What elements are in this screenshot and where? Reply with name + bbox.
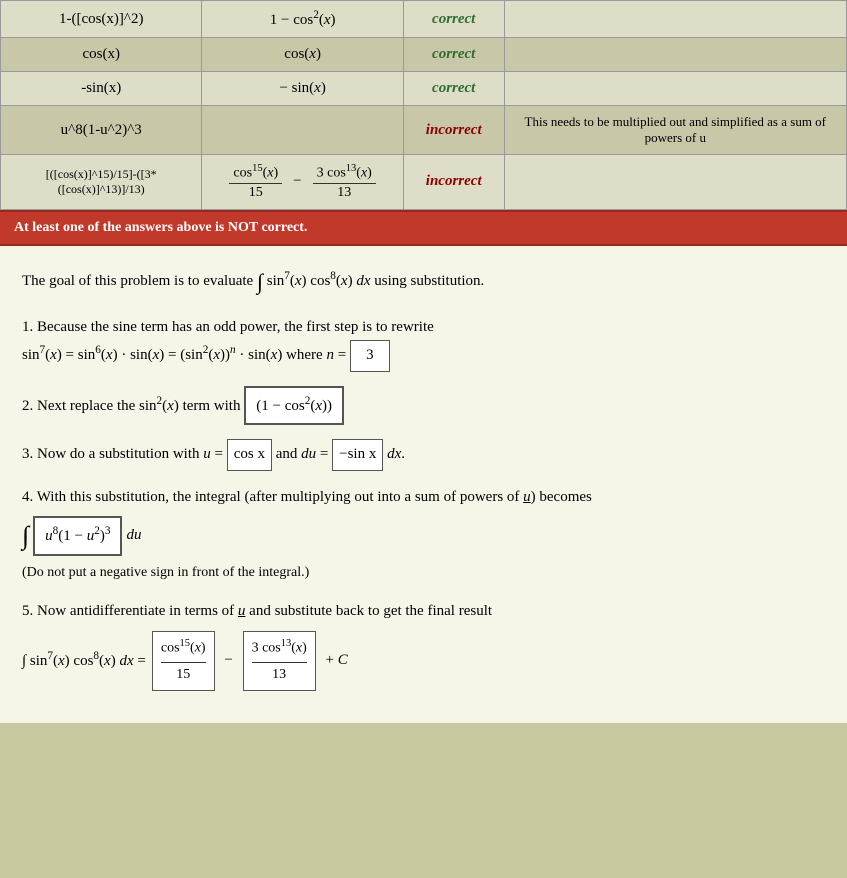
- result-plus-c: + C: [322, 648, 348, 674]
- cell-status-1: correct: [403, 1, 504, 38]
- input-text-1: 1-([cos(x)]^2): [59, 11, 144, 27]
- table-row: cos(x) cos(x) correct: [1, 38, 847, 72]
- status-label-1: correct: [432, 11, 475, 27]
- cell-input-2: cos(x): [1, 38, 202, 72]
- cell-feedback-3: [504, 72, 846, 106]
- fraction-1-denom: 15: [245, 184, 267, 201]
- answer-math-2: cos(x): [284, 46, 321, 62]
- table-row: u^8(1-u^2)^3 incorrect This needs to be …: [1, 106, 847, 155]
- table-row: -sin(x) − sin(x) correct: [1, 72, 847, 106]
- cell-input-5: [([cos(x)]^15)/15]-([3*([cos(x)]^13)]/13…: [1, 155, 202, 210]
- fraction-1-numer: cos15(x): [229, 163, 282, 184]
- cell-status-2: correct: [403, 38, 504, 72]
- answer-math-5: cos15(x) 15 − 3 cos13(x) 13: [226, 163, 378, 201]
- cell-feedback-2: [504, 38, 846, 72]
- cell-input-1: 1-([cos(x)]^2): [1, 1, 202, 38]
- status-label-4: incorrect: [426, 122, 482, 138]
- input-text-5: [([cos(x)]^15)/15]-([3*([cos(x)]^13)]/13…: [46, 167, 157, 196]
- step-1-box[interactable]: 3: [350, 340, 390, 372]
- table-row: [([cos(x)]^15)/15]-([3*([cos(x)]^13)]/13…: [1, 155, 847, 210]
- step-3-u-box[interactable]: cos x: [227, 439, 272, 471]
- input-text-2: cos(x): [82, 46, 120, 62]
- goal-prefix: The goal of this problem is to evaluate: [22, 273, 253, 289]
- result-box-1-numer: cos15(x): [161, 635, 206, 663]
- goal-paragraph: The goal of this problem is to evaluate …: [22, 264, 825, 299]
- input-text-4: u^8(1-u^2)^3: [61, 122, 142, 138]
- feedback-text-4: This needs to be multiplied out and simp…: [525, 114, 826, 145]
- goal-integral-sign: ∫: [257, 269, 263, 294]
- step-1: 1. Because the sine term has an odd powe…: [22, 315, 825, 372]
- input-text-3: -sin(x): [81, 80, 121, 96]
- step-2: 2. Next replace the sin2(x) term with (1…: [22, 386, 825, 426]
- cell-answer-1: 1 − cos2(x): [202, 1, 403, 38]
- step-1-equation: sin7(x) = sin6(x) · sin(x) = (sin2(x))n …: [22, 347, 350, 363]
- answer-table: 1-([cos(x)]^2) 1 − cos2(x) correct cos(x…: [0, 0, 847, 210]
- step-3: 3. Now do a substitution with u = cos x …: [22, 439, 825, 471]
- cell-status-4: incorrect: [403, 106, 504, 155]
- result-integral: ∫ sin7(x) cos8(x) dx =: [22, 647, 146, 675]
- result-box-1[interactable]: cos15(x) 15: [152, 631, 215, 691]
- step-5-result: ∫ sin7(x) cos8(x) dx = cos15(x) 15 − 3 c…: [22, 631, 825, 691]
- step-2-number: 2.: [22, 398, 33, 414]
- step-4-note: (Do not put a negative sign in front of …: [22, 565, 309, 580]
- status-label-3: correct: [432, 80, 475, 96]
- fraction-1: cos15(x) 15: [229, 163, 282, 201]
- step-4-du: du: [126, 523, 141, 549]
- result-minus: −: [221, 648, 237, 674]
- alert-bar: At least one of the answers above is NOT…: [0, 210, 847, 246]
- cell-answer-2: cos(x): [202, 38, 403, 72]
- step-1-number: 1.: [22, 319, 33, 335]
- result-box-2-numer: 3 cos13(x): [252, 635, 307, 663]
- step-5: 5. Now antidifferentiate in terms of u a…: [22, 599, 825, 691]
- cell-feedback-1: [504, 1, 846, 38]
- alert-text: At least one of the answers above is NOT…: [14, 220, 307, 235]
- result-box-2[interactable]: 3 cos13(x) 13: [243, 631, 316, 691]
- cell-input-4: u^8(1-u^2)^3: [1, 106, 202, 155]
- step-5-number: 5.: [22, 603, 33, 619]
- result-box-1-denom: 15: [176, 663, 190, 687]
- result-box-2-denom: 13: [272, 663, 286, 687]
- main-content: The goal of this problem is to evaluate …: [0, 246, 847, 723]
- step-3-number: 3.: [22, 446, 33, 462]
- cell-answer-5: cos15(x) 15 − 3 cos13(x) 13: [202, 155, 403, 210]
- step-4-integral: ∫ u8(1 − u2)3 du: [22, 516, 825, 556]
- step-3-du-box[interactable]: −sin x: [332, 439, 383, 471]
- cell-answer-3: − sin(x): [202, 72, 403, 106]
- answer-math-1: 1 − cos2(x): [270, 12, 336, 28]
- cell-input-3: -sin(x): [1, 72, 202, 106]
- cell-status-3: correct: [403, 72, 504, 106]
- fraction-2-numer: 3 cos13(x): [313, 163, 376, 184]
- cell-status-5: incorrect: [403, 155, 504, 210]
- cell-feedback-4: This needs to be multiplied out and simp…: [504, 106, 846, 155]
- status-label-2: correct: [432, 46, 475, 62]
- step-4-box[interactable]: u8(1 − u2)3: [33, 516, 122, 556]
- step-4: 4. With this substitution, the integral …: [22, 485, 825, 586]
- step-2-box[interactable]: (1 − cos2(x)): [244, 386, 344, 426]
- fraction-2-denom: 13: [333, 184, 355, 201]
- step-4-number: 4.: [22, 489, 33, 505]
- status-label-5: incorrect: [426, 173, 482, 189]
- table-row: 1-([cos(x)]^2) 1 − cos2(x) correct: [1, 1, 847, 38]
- cell-feedback-5: [504, 155, 846, 210]
- cell-answer-4: [202, 106, 403, 155]
- answer-math-3: − sin(x): [279, 80, 325, 96]
- fraction-2: 3 cos13(x) 13: [313, 163, 376, 201]
- integral-sign-4: ∫: [22, 523, 29, 549]
